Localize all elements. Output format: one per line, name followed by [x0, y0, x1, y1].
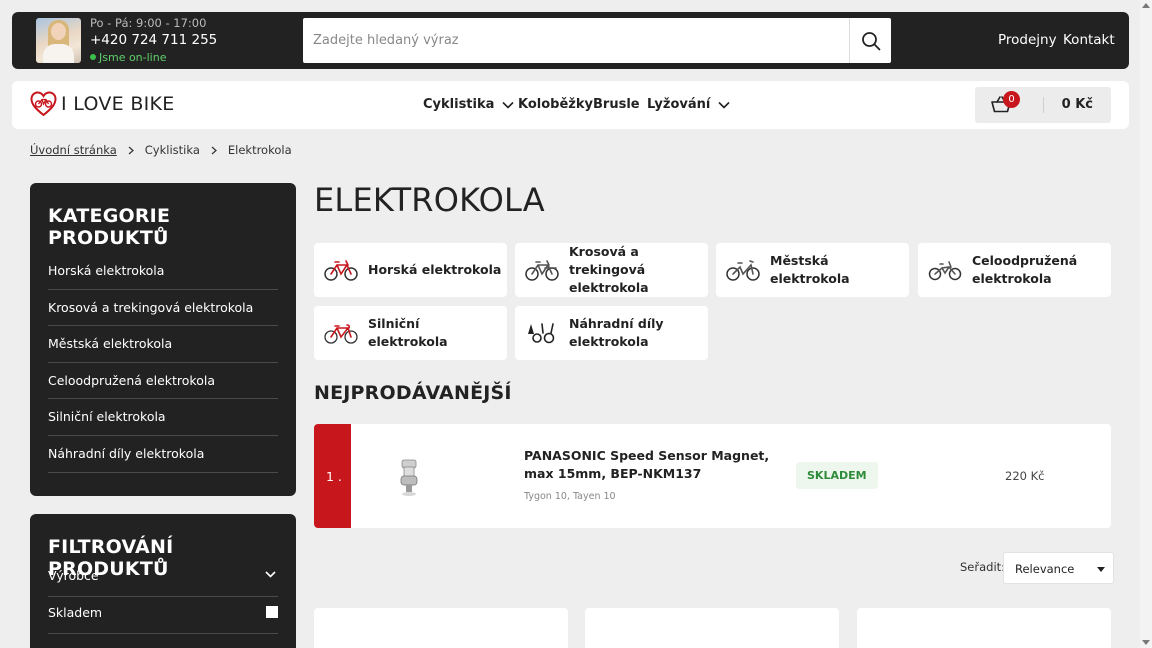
breadcrumb-cyklistika[interactable]: Cyklistika: [145, 143, 200, 157]
caret-down-icon: [1097, 567, 1105, 572]
subcategory-tile-mestska[interactable]: Městská elektrokola: [716, 243, 909, 297]
scroll-up-icon[interactable]: [1142, 3, 1150, 8]
road-bike-icon: [324, 324, 358, 344]
breadcrumb-current: Elektrokola: [227, 143, 292, 157]
sort-select[interactable]: Relevance: [1003, 552, 1114, 584]
category-item[interactable]: Městská elektrokola: [48, 326, 278, 363]
subcategory-label: Silniční elektrokola: [368, 316, 448, 349]
subcategory-label: Krosová a trekingová elektrokola: [569, 244, 649, 295]
product-price: 220 Kč: [1005, 469, 1045, 483]
category-item[interactable]: Celoodpružená elektrokola: [48, 363, 278, 400]
trekking-bike-icon: [525, 260, 559, 281]
breadcrumb-home[interactable]: Úvodní stránka: [30, 143, 117, 157]
product-image: [400, 459, 418, 496]
category-item[interactable]: Náhradní díly elektrokola: [48, 436, 278, 473]
filters-panel: FILTROVÁNÍ PRODUKTŮ Výrobce Skladem: [30, 514, 296, 648]
subcategory-label: Městská elektrokola: [770, 253, 850, 286]
main-navbar: I LOVE BIKE Cyklistika Koloběžky Brusle …: [12, 81, 1129, 129]
categories-list: Horská elektrokola Krosová a trekingová …: [48, 253, 278, 473]
cart-total: 0 Kč: [1061, 97, 1093, 112]
category-item[interactable]: Horská elektrokola: [48, 253, 278, 290]
phone-number[interactable]: +420 724 711 255: [90, 32, 217, 48]
site-logo[interactable]: I LOVE BIKE: [30, 91, 175, 117]
product-variants: Tygon 10, Tayen 10: [524, 491, 616, 502]
subcategory-tile-krosova[interactable]: Krosová a trekingová elektrokola: [515, 243, 708, 297]
heart-bike-logo-icon: [30, 91, 57, 117]
subcategory-label: Celoodpružená elektrokola: [972, 253, 1078, 286]
cart-count-badge: 0: [1003, 91, 1020, 108]
subcategory-tile-silnicni[interactable]: Silniční elektrokola: [314, 306, 507, 360]
nav-item-brusle[interactable]: Brusle: [593, 97, 640, 112]
category-item[interactable]: Krosová a trekingová elektrokola: [48, 290, 278, 327]
categories-panel: KATEGORIE PRODUKTŮ Horská elektrokola Kr…: [30, 183, 296, 496]
search-button[interactable]: [849, 18, 891, 63]
subcategory-label: Horská elektrokola: [368, 262, 502, 277]
top-bar: Po - Pá: 9:00 - 17:00 +420 724 711 255 J…: [12, 12, 1129, 69]
product-card[interactable]: [857, 608, 1111, 648]
cart-divider: [1043, 97, 1044, 113]
sort-label: Seřadit:: [960, 560, 1006, 574]
in-stock-checkbox[interactable]: [266, 606, 278, 618]
support-avatar: [36, 18, 81, 63]
sort-value: Relevance: [1015, 562, 1075, 576]
breadcrumb: Úvodní stránka Cyklistika Elektrokola: [30, 143, 292, 157]
search-input[interactable]: [303, 18, 849, 63]
categories-title: KATEGORIE PRODUKTŮ: [48, 205, 171, 249]
page-title: ELEKTROKOLA: [314, 181, 545, 219]
filter-manufacturer[interactable]: Výrobce: [48, 560, 278, 597]
chevron-right-icon: [211, 146, 217, 155]
online-dot-icon: [90, 54, 96, 60]
spare-parts-icon: [528, 323, 555, 344]
opening-hours: Po - Pá: 9:00 - 17:00: [90, 16, 207, 30]
product-name[interactable]: PANASONIC Speed Sensor Magnet, max 15mm,…: [524, 447, 774, 483]
product-card[interactable]: [314, 608, 568, 648]
nav-item-lyzovani[interactable]: Lyžování: [647, 97, 730, 112]
bestseller-product[interactable]: 1 . PANASONIC Speed Sensor Magnet, max 1…: [314, 424, 1111, 528]
subcategory-tile-nahradni-dily[interactable]: Náhradní díly elektrokola: [515, 306, 708, 360]
contact-link[interactable]: Kontakt: [1063, 32, 1115, 48]
subcategory-tile-horska[interactable]: Horská elektrokola: [314, 243, 507, 297]
filter-in-stock[interactable]: Skladem: [48, 597, 278, 634]
product-rank: 1 .: [314, 424, 351, 528]
subcategory-tile-celoodpruzena[interactable]: Celoodpružená elektrokola: [918, 243, 1111, 297]
category-item[interactable]: Silniční elektrokola: [48, 399, 278, 436]
city-bike-icon: [726, 260, 760, 281]
nav-item-cyklistika[interactable]: Cyklistika: [423, 97, 514, 112]
subcategory-label: Náhradní díly elektrokola: [569, 316, 664, 349]
search-icon: [861, 31, 880, 50]
stock-badge: SKLADEM: [796, 462, 878, 489]
online-status: Jsme on-line: [90, 51, 166, 64]
chevron-down-icon: [718, 101, 730, 109]
mtb-bike-icon: [324, 260, 358, 281]
search-bar: [303, 18, 891, 63]
scroll-down-icon[interactable]: [1142, 640, 1150, 645]
nav-item-kolobezky[interactable]: Koloběžky: [518, 97, 593, 112]
bestsellers-title: NEJPRODÁVANĚJŠÍ: [314, 382, 512, 404]
chevron-down-icon: [502, 101, 514, 109]
chevron-right-icon: [128, 146, 134, 155]
product-card[interactable]: [585, 608, 839, 648]
logo-text: I LOVE BIKE: [61, 93, 175, 115]
chevron-down-icon: [265, 571, 276, 578]
full-suspension-bike-icon: [928, 261, 962, 281]
page-scrollbar[interactable]: [1140, 0, 1152, 648]
cart-button[interactable]: 0 0 Kč: [975, 87, 1111, 123]
stores-link[interactable]: Prodejny: [998, 32, 1057, 48]
